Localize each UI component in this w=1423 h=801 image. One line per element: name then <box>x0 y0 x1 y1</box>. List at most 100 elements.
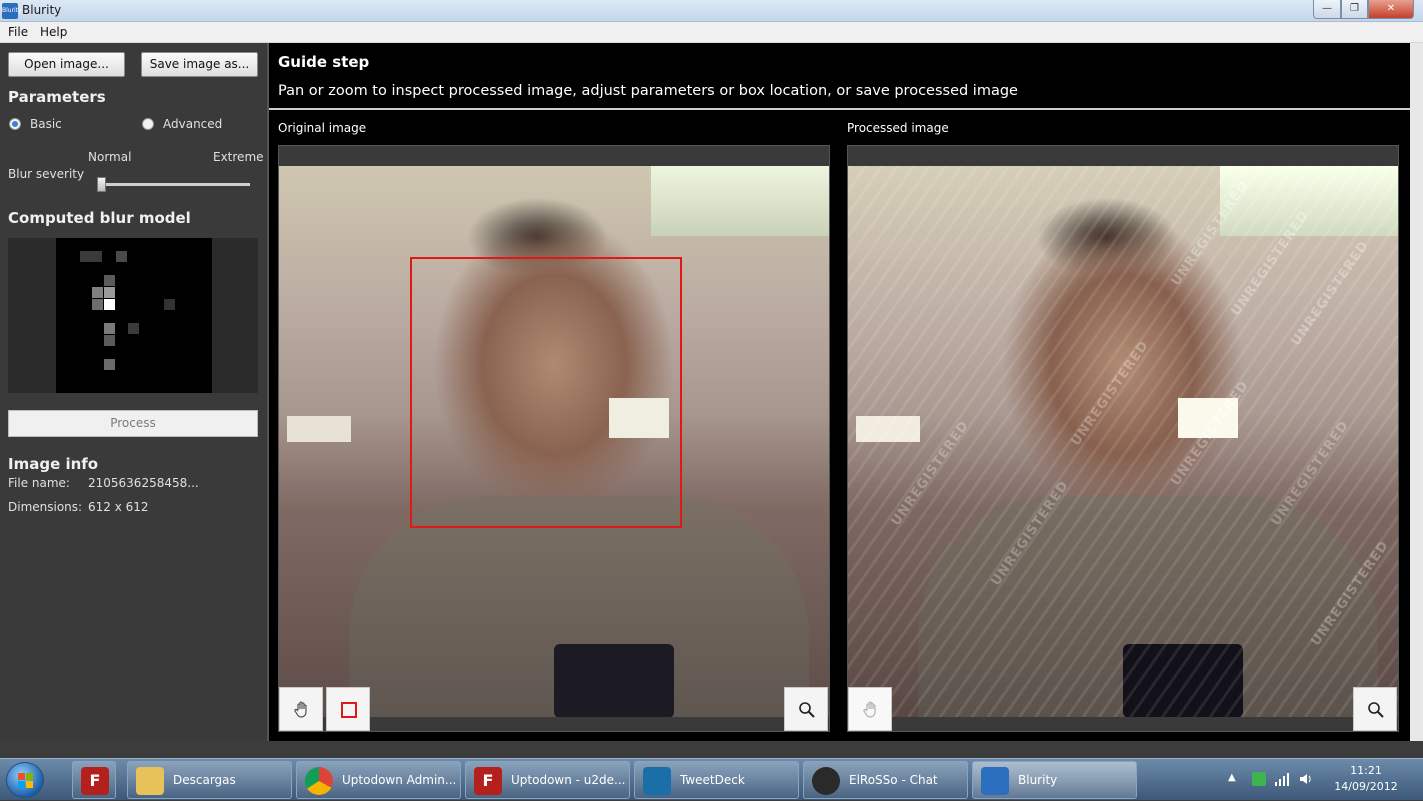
original-image-label: Original image <box>278 121 367 135</box>
slider-min-label: Normal <box>88 150 132 164</box>
pan-tool-button[interactable] <box>279 687 323 731</box>
taskbar-item-label: Uptodown - u2de... <box>511 773 626 787</box>
minimize-button[interactable]: — <box>1313 0 1341 19</box>
title-bar: Blurity Blurity — ❐ ✕ <box>0 0 1423 22</box>
menu-help[interactable]: Help <box>40 25 67 39</box>
filezilla-icon: F <box>81 767 109 795</box>
taskbar-item-chrome[interactable]: Uptodown Admin... <box>296 761 461 799</box>
blur-model-pixel <box>104 359 115 370</box>
window-title: Blurity <box>22 3 62 17</box>
hand-icon <box>294 701 307 718</box>
filezilla-icon: F <box>474 767 502 795</box>
blur-model-pixel <box>80 251 91 262</box>
tray-app-icon[interactable] <box>1252 772 1266 786</box>
volume-icon[interactable] <box>1298 771 1314 787</box>
blur-region-selection-box[interactable] <box>410 257 682 528</box>
taskbar-item-label: ElRoSSo - Chat <box>849 773 938 787</box>
original-photo[interactable] <box>279 166 829 718</box>
blur-model-pixel <box>92 287 103 298</box>
magnifier-icon <box>799 702 815 718</box>
taskbar-item-label: Descargas <box>173 773 236 787</box>
slider-max-label: Extreme <box>213 150 264 164</box>
start-button[interactable] <box>6 762 44 798</box>
clock-time: 11:21 <box>1350 764 1382 777</box>
blur-model-pixel <box>104 323 115 334</box>
blurity-icon <box>981 767 1009 795</box>
taskbar-item-blurity[interactable]: Blurity <box>972 761 1137 799</box>
original-image-viewer[interactable] <box>278 145 830 732</box>
blur-model-pixel <box>104 275 115 286</box>
taskbar-item-label: Uptodown Admin... <box>342 773 457 787</box>
blur-model-pixel <box>104 335 115 346</box>
taskbar-item-descargas[interactable]: Descargas <box>127 761 292 799</box>
image-info-title: Image info <box>8 455 99 473</box>
basic-radio-label: Basic <box>30 117 62 131</box>
subject-phone <box>554 644 674 718</box>
dimensions-value: 612 x 612 <box>88 500 149 514</box>
blur-model-pixel <box>164 299 175 310</box>
processed-image-bottom-bar <box>848 717 1398 731</box>
taskbar-item-label: Blurity <box>1018 773 1058 787</box>
processed-zoom-button[interactable] <box>1353 687 1397 731</box>
guide-step-banner: Guide step Pan or zoom to inspect proces… <box>269 43 1410 110</box>
windows-logo-icon <box>18 773 33 788</box>
blur-model-pixel <box>104 287 115 298</box>
dimensions-label: Dimensions: <box>8 500 83 514</box>
original-image-top-bar <box>279 146 829 166</box>
menu-bar: File Help <box>0 22 1423 43</box>
advanced-radio-label: Advanced <box>163 117 223 131</box>
maximize-button[interactable]: ❐ <box>1341 0 1368 19</box>
taskbar-item-filezilla[interactable]: F Uptodown - u2de... <box>465 761 630 799</box>
clock-date: 14/09/2012 <box>1334 780 1398 793</box>
parameters-title: Parameters <box>8 88 106 106</box>
file-name-value: 2105636258458... <box>88 476 199 490</box>
blur-model-pixel <box>104 299 115 310</box>
advanced-radio[interactable] <box>142 118 154 130</box>
original-zoom-button[interactable] <box>784 687 828 731</box>
taskbar-clock[interactable]: 11:21 14/09/2012 <box>1333 763 1399 795</box>
blur-model-pixel <box>92 299 103 310</box>
close-button[interactable]: ✕ <box>1368 0 1414 19</box>
taskbar-pinned-filezilla[interactable]: F <box>72 761 116 799</box>
ceiling-light <box>287 416 351 442</box>
guide-step-text: Pan or zoom to inspect processed image, … <box>278 83 1018 99</box>
processed-image-top-bar <box>848 146 1398 166</box>
taskbar-item-steam-chat[interactable]: ElRoSSo - Chat <box>803 761 968 799</box>
save-image-button[interactable]: Save image as... <box>141 52 258 77</box>
open-image-button[interactable]: Open image... <box>8 52 125 77</box>
magnifier-icon <box>1368 702 1384 718</box>
file-name-label: File name: <box>8 476 70 490</box>
ceiling-light <box>651 166 829 236</box>
box-select-tool-button[interactable] <box>326 687 370 731</box>
chrome-icon <box>305 767 333 795</box>
folder-icon <box>136 767 164 795</box>
tweetdeck-icon <box>643 767 671 795</box>
taskbar-item-tweetdeck[interactable]: TweetDeck <box>634 761 799 799</box>
network-signal-icon[interactable] <box>1274 771 1290 787</box>
blur-severity-label: Blur severity <box>8 167 85 181</box>
blur-model-pixel <box>116 251 127 262</box>
blur-severity-slider-thumb[interactable] <box>97 177 106 192</box>
hand-icon <box>863 701 876 718</box>
blur-severity-slider-track[interactable] <box>98 183 250 186</box>
processed-image-viewer[interactable]: UNREGISTERED UNREGISTERED UNREGISTERED U… <box>847 145 1399 732</box>
guide-step-title: Guide step <box>278 53 370 71</box>
blur-model-title: Computed blur model <box>8 209 191 227</box>
menu-file[interactable]: File <box>8 25 28 39</box>
blur-model-preview <box>8 238 258 393</box>
processed-photo[interactable]: UNREGISTERED UNREGISTERED UNREGISTERED U… <box>848 166 1398 718</box>
blur-model-pixel <box>91 251 102 262</box>
taskbar: F Descargas Uptodown Admin... F Uptodown… <box>0 758 1423 800</box>
process-button[interactable]: Process <box>8 410 258 437</box>
workspace: Guide step Pan or zoom to inspect proces… <box>267 43 1410 741</box>
blur-model-pixel <box>128 323 139 334</box>
left-panel: Open image... Save image as... Parameter… <box>0 43 267 741</box>
processed-pan-tool-button[interactable] <box>848 687 892 731</box>
processed-image-label: Processed image <box>847 121 949 135</box>
steam-icon <box>812 767 840 795</box>
square-selection-icon <box>341 702 357 718</box>
basic-radio[interactable] <box>9 118 21 130</box>
blurity-app-icon: Blurity <box>2 3 22 19</box>
taskbar-item-label: TweetDeck <box>680 773 745 787</box>
tray-expand-icon[interactable]: ▲ <box>1228 772 1236 783</box>
